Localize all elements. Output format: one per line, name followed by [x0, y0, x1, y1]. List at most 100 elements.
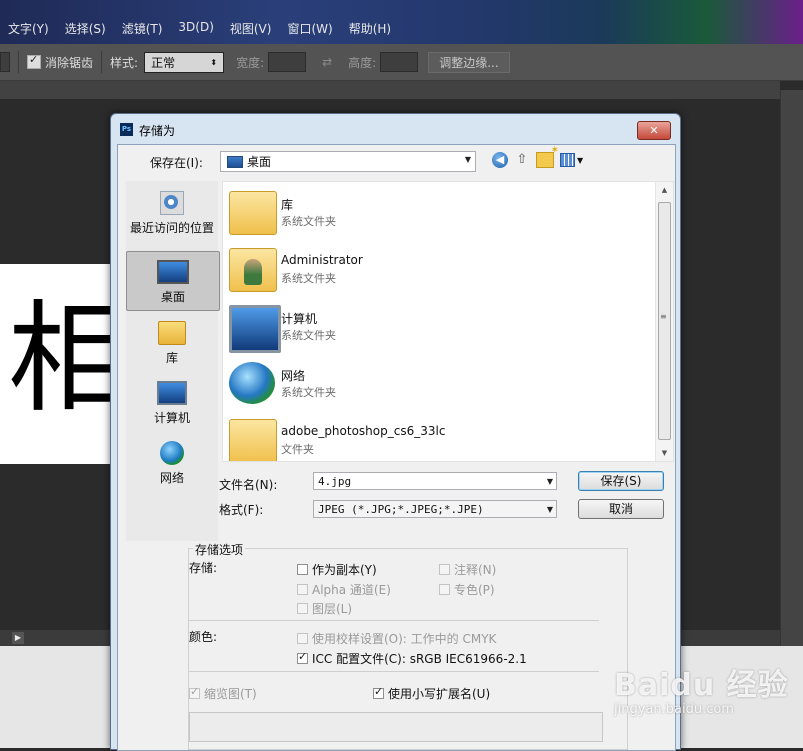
save-options-legend: 存储选项	[193, 541, 246, 558]
spot-colors-checkbox[interactable]: 专色(P)	[439, 581, 495, 598]
antialias-checkbox[interactable]	[27, 53, 41, 69]
up-folder-icon[interactable]: ⇧	[514, 152, 530, 168]
list-item[interactable]: 网络 系统文件夹	[223, 358, 655, 408]
checkbox-label: 使用小写扩展名(U)	[388, 687, 491, 701]
back-icon[interactable]: ◀	[492, 152, 508, 168]
scroll-up-icon[interactable]: ▲	[656, 182, 673, 198]
style-value: 正常	[151, 55, 176, 70]
chevron-down-icon: ▼	[577, 155, 584, 165]
adjust-edge-button[interactable]: 调整边缘...	[428, 51, 510, 73]
chevron-down-icon: ▼	[546, 505, 553, 514]
ps-menu-list: 文字(Y) 选择(S) 滤镜(T) 3D(D) 视图(V) 窗口(W) 帮助(H…	[0, 18, 399, 39]
dialog-body: 保存在(I): 桌面 ▼ ◀ ⇧ ▼ 最近访问的位置 桌面	[117, 144, 676, 751]
baidu-watermark: Baidu 经验 jingyan.baidu.com	[614, 660, 789, 717]
save-in-select[interactable]: 桌面 ▼	[220, 151, 476, 172]
scroll-down-icon[interactable]: ▼	[656, 445, 673, 461]
checkbox-box	[297, 564, 308, 575]
height-field[interactable]	[380, 52, 419, 72]
view-menu-icon[interactable]: ▼	[560, 153, 583, 167]
file-type: 系统文件夹	[281, 272, 336, 285]
computer-icon	[229, 305, 281, 353]
filename-field[interactable]: 4.jpg ▼	[313, 472, 557, 490]
lowercase-extension-checkbox[interactable]: 使用小写扩展名(U)	[373, 685, 490, 702]
file-name: 计算机	[281, 312, 318, 326]
format-select[interactable]: JPEG (*.JPG;*.JPEG;*.JPE) ▼	[313, 500, 557, 518]
place-libraries[interactable]: 库	[126, 321, 218, 369]
as-copy-checkbox[interactable]: 作为副本(Y)	[297, 561, 377, 578]
place-label: 网络	[159, 471, 184, 485]
icc-profile-checkbox[interactable]: ICC 配置文件(C): sRGB IEC61966-2.1	[297, 650, 527, 667]
color-label: 颜色:	[189, 630, 218, 644]
place-label: 最近访问的位置	[129, 221, 214, 235]
checkbox-box	[297, 584, 308, 595]
checkbox-box	[373, 685, 384, 699]
divider	[101, 51, 103, 73]
proof-setup-checkbox[interactable]: 使用校样设置(O): 工作中的 CMYK	[297, 630, 496, 647]
computer-icon	[157, 381, 187, 405]
place-network[interactable]: 网络	[126, 441, 218, 489]
checkbox-label: 作为副本(Y)	[312, 563, 377, 577]
list-item[interactable]: 库 系统文件夹	[223, 187, 655, 237]
menu-select[interactable]: 选择(S)	[57, 18, 114, 39]
menu-filter[interactable]: 滤镜(T)	[114, 18, 171, 39]
save-in-value: 桌面	[247, 155, 272, 169]
width-field[interactable]	[268, 52, 307, 72]
layers-checkbox[interactable]: 图层(L)	[297, 600, 352, 617]
checkbox-box	[297, 650, 308, 664]
photoshop-icon: Ps	[120, 123, 133, 136]
feather-field-stub[interactable]	[0, 52, 10, 72]
style-select[interactable]: 正常 ⬍	[144, 51, 225, 73]
ps-panel-dock[interactable]	[780, 90, 803, 650]
checkbox-label: Alpha 通道(E)	[312, 583, 391, 597]
recent-places-icon	[160, 191, 184, 215]
new-folder-icon[interactable]	[536, 145, 559, 168]
updown-icon: ⬍	[210, 57, 218, 67]
save-button[interactable]: 保存(S)	[578, 471, 664, 491]
watermark-url: jingyan.baidu.com	[614, 702, 734, 717]
swap-icon[interactable]: ⇄	[322, 55, 332, 69]
file-name: 库	[281, 198, 294, 212]
file-type: 系统文件夹	[281, 329, 336, 342]
places-bar: 最近访问的位置 桌面 库 计算机 网络	[126, 181, 220, 541]
store-label: 存储:	[189, 561, 218, 575]
checkbox-label: 图层(L)	[312, 602, 353, 616]
dialog-titlebar[interactable]: Ps 存储为 ✕	[111, 114, 680, 144]
place-label: 桌面	[160, 290, 185, 304]
play-icon[interactable]: ▶	[12, 632, 24, 644]
checkbox-label: 缩览图(T)	[204, 687, 257, 701]
file-list-scrollbar[interactable]: ▲ ≡ ▼	[655, 182, 673, 461]
place-label: 库	[165, 351, 178, 365]
place-desktop[interactable]: 桌面	[126, 251, 220, 311]
desktop-icon	[227, 155, 243, 168]
file-type: 系统文件夹	[281, 386, 336, 399]
annotations-checkbox[interactable]: 注释(N)	[439, 561, 496, 578]
libraries-folder-icon	[229, 191, 277, 235]
menu-help[interactable]: 帮助(H)	[341, 18, 399, 39]
thumbnail-checkbox[interactable]: 缩览图(T)	[189, 685, 257, 702]
checkbox-label: 注释(N)	[454, 563, 497, 577]
scrollbar-thumb[interactable]	[658, 202, 671, 440]
antialias-label: 消除锯齿	[45, 55, 94, 70]
menu-type[interactable]: 文字(Y)	[0, 18, 57, 39]
list-item[interactable]: 计算机 系统文件夹	[223, 301, 655, 353]
style-label: 样式:	[110, 55, 139, 70]
menu-3d[interactable]: 3D(D)	[170, 18, 221, 39]
checkbox-box	[297, 633, 308, 644]
close-button[interactable]: ✕	[637, 121, 671, 140]
menu-window[interactable]: 窗口(W)	[279, 18, 340, 39]
list-item[interactable]: Administrator 系统文件夹	[223, 244, 655, 294]
place-recent[interactable]: 最近访问的位置	[126, 187, 218, 239]
format-value: JPEG (*.JPG;*.JPEG;*.JPE)	[318, 503, 484, 516]
alpha-channels-checkbox[interactable]: Alpha 通道(E)	[297, 581, 391, 598]
cancel-button[interactable]: 取消	[578, 499, 664, 519]
place-computer[interactable]: 计算机	[126, 381, 218, 429]
nav-toolbar: ◀ ⇧ ▼	[492, 145, 583, 168]
network-icon	[160, 441, 184, 465]
file-name: adobe_photoshop_cs6_33lc	[281, 424, 446, 438]
height-label: 高度:	[348, 55, 377, 70]
menu-view[interactable]: 视图(V)	[222, 18, 280, 39]
ps-menubar: 文字(Y) 选择(S) 滤镜(T) 3D(D) 视图(V) 窗口(W) 帮助(H…	[0, 0, 803, 44]
divider	[18, 51, 19, 73]
list-item[interactable]: adobe_photoshop_cs6_33lc 文件夹	[223, 415, 655, 461]
file-type: 系统文件夹	[281, 215, 336, 228]
